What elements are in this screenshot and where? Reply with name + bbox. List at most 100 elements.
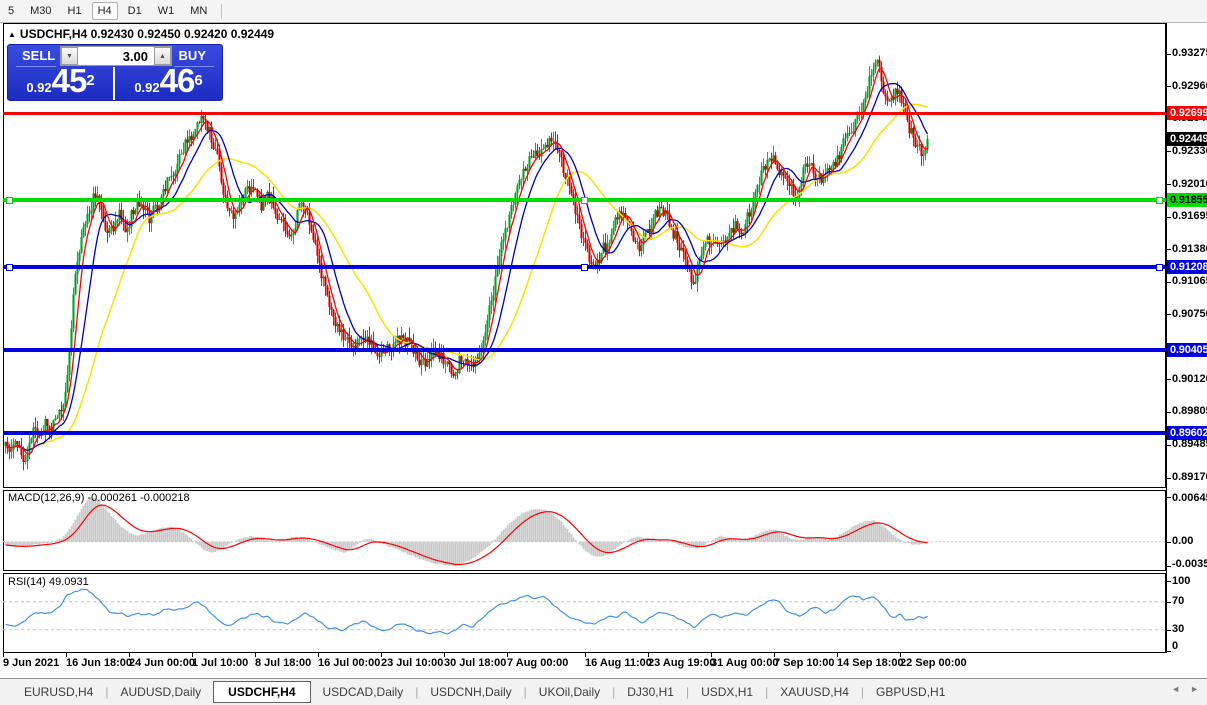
price-tick-label: 0.89170 [1172, 471, 1206, 484]
price-tick [1166, 54, 1171, 55]
timeframe-button-m30[interactable]: M30 [24, 2, 57, 20]
chart-tab-audusd[interactable]: AUDUSD,Daily [108, 682, 213, 702]
hline-handle-center[interactable] [581, 197, 588, 204]
sell-button[interactable]: SELL [22, 48, 55, 63]
price-badge-0.91855: 0.91855 [1167, 193, 1207, 207]
price-tick-label: 0.92960 [1172, 80, 1206, 93]
rsi-tick [1166, 581, 1171, 582]
price-tick-label: 0.93275 [1172, 47, 1206, 60]
buy-price-pip: 6 [194, 73, 202, 88]
rsi-chart-canvas[interactable] [3, 573, 1166, 653]
price-badge-0.90405: 0.90405 [1167, 343, 1207, 357]
macd-histogram [6, 498, 928, 567]
price-tick-label: 0.90120 [1172, 373, 1206, 386]
timeframe-button-h1[interactable]: H1 [62, 2, 88, 20]
chart-tab-usdchf[interactable]: USDCHF,H4 [213, 681, 310, 703]
price-tick-label: 0.91065 [1172, 275, 1206, 288]
buy-price-big: 46 [160, 66, 195, 96]
buy-button[interactable]: BUY [179, 48, 206, 63]
price-tick [1166, 412, 1171, 413]
horizontal-line-0.92699[interactable] [3, 112, 1166, 115]
macd-label: MACD(12,26,9) -0.000261 -0.000218 [8, 492, 190, 504]
chart-tab-gbpusd[interactable]: GBPUSD,H1 [864, 682, 957, 702]
buy-price-prefix: 0.92 [134, 80, 159, 96]
hline-handle-left[interactable] [6, 264, 13, 271]
one-click-trading-panel: SELL ▼ ▲ BUY 0.92452 0.92466 [7, 44, 223, 101]
macd-tick-label: -0.003507 [1172, 558, 1206, 571]
date-label: 9 Jun 2021 [3, 657, 59, 669]
price-tick [1166, 217, 1171, 218]
sell-price-pip: 2 [86, 73, 94, 88]
price-badge-0.92699: 0.92699 [1167, 106, 1207, 120]
rsi-tick-label: 30 [1172, 623, 1206, 636]
price-tick [1166, 314, 1171, 315]
date-label: 23 Jul 10:00 [381, 657, 443, 669]
price-tick [1166, 151, 1171, 152]
tab-scroll-left-icon[interactable]: ◄ [1171, 684, 1180, 694]
up-candle-bodies [6, 60, 928, 462]
price-tick-label: 0.91380 [1172, 243, 1206, 256]
timeframe-button-h4[interactable]: H4 [92, 2, 118, 20]
rsi-tick-label: 70 [1172, 595, 1206, 608]
chart-tab-bar: EURUSD,H4|AUDUSD,DailyUSDCHF,H4USDCAD,Da… [0, 678, 1207, 705]
macd-tick [1166, 542, 1171, 543]
rsi-tick-label: 100 [1172, 575, 1206, 588]
date-label: 14 Sep 18:00 [837, 657, 904, 669]
date-label: 7 Aug 00:00 [507, 657, 568, 669]
date-label: 7 Sep 10:00 [774, 657, 835, 669]
timeframe-toolbar: 5M30 H1H4D1W1MN [0, 0, 1207, 23]
chart-tab-ukoil[interactable]: UKOil,Daily [527, 682, 612, 702]
volume-input[interactable] [78, 47, 154, 65]
hline-handle-left[interactable] [6, 197, 13, 204]
price-tick-label: 0.92010 [1172, 178, 1206, 191]
fast-ma-line [6, 68, 928, 454]
timeframe-button-w1[interactable]: W1 [152, 2, 181, 20]
buy-price-button[interactable]: 0.92466 [115, 67, 222, 100]
price-tick [1166, 249, 1171, 250]
timeframe-button-d1[interactable]: D1 [122, 2, 148, 20]
chart-tab-dj30[interactable]: DJ30,H1 [615, 682, 686, 702]
horizontal-line-0.90405[interactable] [3, 348, 1166, 352]
price-tick [1166, 379, 1171, 380]
timeframe-button-mn[interactable]: MN [184, 2, 213, 20]
date-label: 30 Jul 18:00 [444, 657, 506, 669]
rsi-tick [1166, 651, 1171, 652]
chart-tab-usdx[interactable]: USDX,H1 [689, 682, 765, 702]
rsi-tick [1166, 602, 1171, 603]
rsi-line [6, 589, 928, 634]
chart-tab-usdcnh[interactable]: USDCNH,Daily [418, 682, 523, 702]
chart-header: ▲ USDCHF,H4 0.92430 0.92450 0.92420 0.924… [8, 27, 274, 41]
hline-handle-right[interactable] [1156, 264, 1163, 271]
hline-handle-right[interactable] [1156, 197, 1163, 204]
chart-tab-usdcad[interactable]: USDCAD,Daily [311, 682, 416, 702]
price-tick-label: 0.89805 [1172, 405, 1206, 418]
date-label: 8 Jul 18:00 [255, 657, 311, 669]
macd-tick-label: 0.00 [1172, 535, 1206, 548]
hline-handle-center[interactable] [581, 264, 588, 271]
date-label: 16 Aug 11:00 [585, 657, 652, 669]
tab-scroll-right-icon[interactable]: ► [1190, 684, 1199, 694]
one-click-collapse-icon[interactable]: ▲ [8, 30, 16, 39]
price-badge-0.92449: 0.92449 [1167, 132, 1207, 146]
macd-tick [1166, 566, 1171, 567]
date-label: 16 Jul 00:00 [318, 657, 380, 669]
price-tick-label: 0.91695 [1172, 210, 1206, 223]
date-label: 1 Jul 10:00 [192, 657, 248, 669]
chart-title-text: USDCHF,H4 0.92430 0.92450 0.92420 0.9244… [20, 27, 274, 41]
sell-price-big: 45 [52, 66, 87, 96]
chart-tab-xauusd[interactable]: XAUUSD,H4 [768, 682, 861, 702]
price-badge-0.91208: 0.91208 [1167, 260, 1207, 274]
rsi-label: RSI(14) 49.0931 [8, 576, 89, 588]
date-label: 16 Jun 18:00 [66, 657, 132, 669]
date-label: 23 Aug 19:00 [648, 657, 715, 669]
tab-scroll-arrows: ◄ ► [1171, 684, 1199, 694]
timeframe-button-5[interactable]: 5 [2, 2, 20, 20]
price-tick-label: 0.90750 [1172, 308, 1206, 321]
horizontal-line-0.89602[interactable] [3, 431, 1166, 435]
price-tick-label: 0.92330 [1172, 145, 1206, 158]
macd-tick-label: 0.006451 [1172, 492, 1206, 505]
sell-price-button[interactable]: 0.92452 [8, 67, 115, 100]
date-label: 24 Jun 00:00 [129, 657, 195, 669]
chart-tab-eurusd[interactable]: EURUSD,H4 [12, 682, 105, 702]
toolbar-separator [221, 4, 222, 19]
